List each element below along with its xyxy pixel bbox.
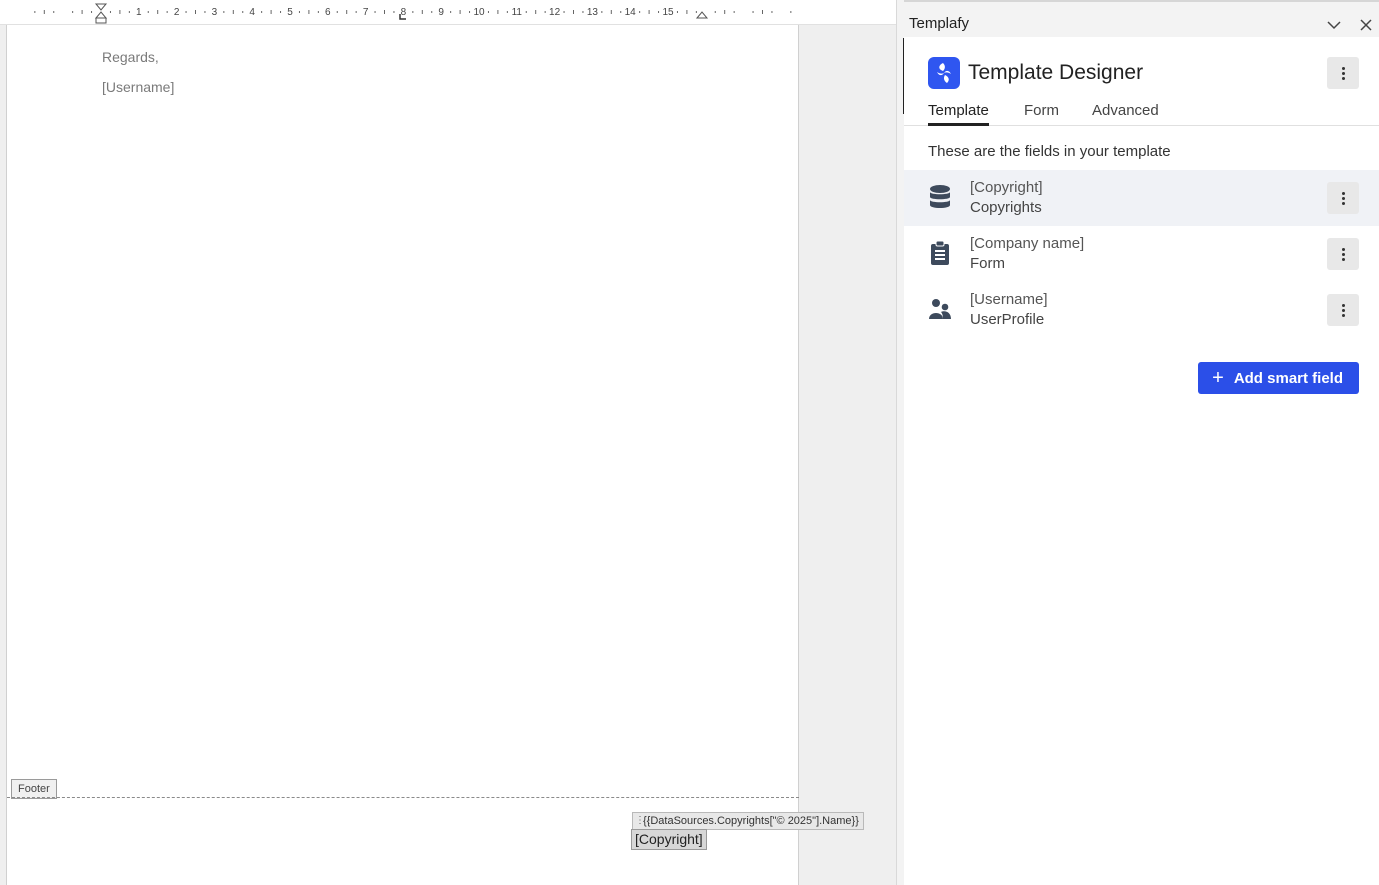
templafy-panel: Templafy Template Designer Template Form… — [904, 0, 1379, 885]
field-row-copyright[interactable]: [Copyright] Copyrights — [904, 170, 1379, 226]
ruler-number: 6 — [325, 7, 331, 18]
ruler-number: 8 — [401, 7, 407, 18]
content-control-tag[interactable]: ⋮⋮ {{DataSources.Copyrights["© 2025"].Na… — [632, 812, 864, 830]
ruler-number: 7 — [363, 7, 369, 18]
brand-title: Template Designer — [968, 61, 1144, 84]
add-smart-field-button[interactable]: + Add smart field — [1198, 362, 1359, 394]
doc-line-regards[interactable]: Regards, — [102, 49, 159, 65]
clipboard-icon — [928, 240, 952, 266]
field-name: [Copyright] — [970, 179, 1043, 196]
document-area: 1 2 3 4 5 6 7 8 9 10 11 12 13 14 15 Regards, [Username… — [0, 0, 896, 885]
footer-divider — [7, 797, 799, 798]
ruler-number: 3 — [212, 7, 218, 18]
footer-label: Footer — [11, 779, 57, 799]
ruler-number: 10 — [473, 7, 485, 18]
field-row-username[interactable]: [Username] UserProfile — [904, 282, 1379, 338]
field-name: [Company name] — [970, 235, 1085, 252]
ruler-number: 11 — [512, 7, 523, 18]
brand-header: Template Designer — [928, 57, 1143, 89]
templafy-logo-icon — [928, 57, 960, 89]
ruler-number: 9 — [438, 7, 444, 18]
field-source: Form — [970, 255, 1005, 272]
section-title: These are the fields in your template — [928, 143, 1171, 160]
tab-form[interactable]: Form — [1024, 102, 1059, 126]
ruler-number: 12 — [549, 7, 561, 18]
pane-splitter[interactable] — [896, 0, 904, 885]
first-line-indent-marker[interactable] — [94, 3, 108, 11]
more-vertical-icon — [1341, 303, 1345, 317]
tab-advanced[interactable]: Advanced — [1092, 102, 1159, 126]
field-more-button[interactable] — [1327, 294, 1359, 326]
add-smart-field-label: Add smart field — [1233, 369, 1343, 387]
document-page[interactable]: Regards, [Username] Footer ⋮⋮ {{DataSour… — [6, 25, 864, 885]
content-control-copyright[interactable]: [Copyright] — [631, 829, 707, 850]
field-row-company-name[interactable]: [Company name] Form — [904, 226, 1379, 282]
hanging-indent-marker[interactable] — [94, 11, 108, 19]
collapse-button[interactable] — [1325, 16, 1343, 34]
more-vertical-icon — [1341, 66, 1345, 80]
ruler-number: 14 — [625, 7, 637, 18]
users-icon — [928, 296, 952, 322]
field-more-button[interactable] — [1327, 182, 1359, 214]
doc-line-username[interactable]: [Username] — [102, 79, 174, 95]
more-vertical-icon — [1341, 247, 1345, 261]
ruler-number: 15 — [662, 7, 674, 18]
field-more-button[interactable] — [1327, 238, 1359, 270]
left-indent-marker[interactable] — [95, 17, 107, 24]
chevron-down-icon — [1327, 20, 1341, 29]
ruler-number: 4 — [249, 7, 255, 18]
panel-more-button[interactable] — [1327, 57, 1359, 89]
right-indent-marker[interactable] — [695, 11, 709, 19]
horizontal-ruler[interactable]: 1 2 3 4 5 6 7 8 9 10 11 12 13 14 15 — [0, 0, 896, 25]
ruler-number: 13 — [587, 7, 599, 18]
close-icon — [1360, 19, 1372, 31]
database-icon — [928, 184, 952, 210]
tab-template[interactable]: Template — [928, 102, 989, 126]
ruler-number: 1 — [136, 7, 142, 18]
field-source: UserProfile — [970, 311, 1045, 328]
field-name: [Username] — [970, 291, 1048, 308]
more-vertical-icon — [1341, 191, 1345, 205]
panel-header: Templafy — [904, 0, 1379, 37]
ruler-number: 2 — [174, 7, 180, 18]
field-source: Copyrights — [970, 199, 1042, 216]
drag-handle-icon[interactable]: ⋮⋮ — [635, 813, 654, 829]
panel-title: Templafy — [909, 15, 970, 32]
content-control-tag-text: {{DataSources.Copyrights["© 2025"].Name}… — [643, 815, 859, 827]
ruler-number: 5 — [287, 7, 293, 18]
app-window: 1 2 3 4 5 6 7 8 9 10 11 12 13 14 15 Regards, [Username… — [0, 0, 1379, 885]
close-button[interactable] — [1357, 16, 1375, 34]
tab-bar: Template Form Advanced — [904, 100, 1379, 126]
plus-icon: + — [1212, 367, 1224, 389]
